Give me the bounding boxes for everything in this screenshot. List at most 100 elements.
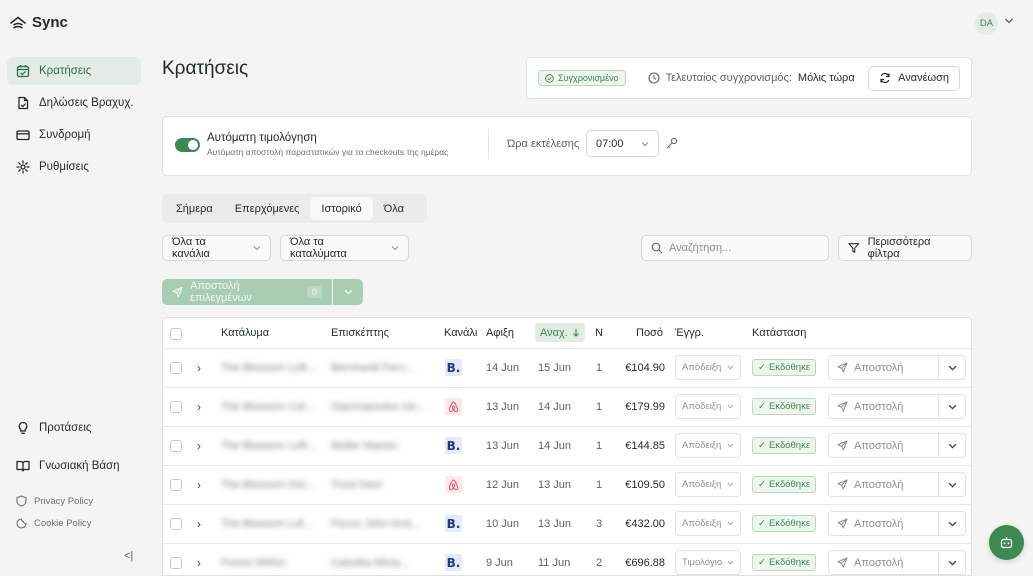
header-channel[interactable]: Κανάλι bbox=[444, 327, 477, 339]
row-checkbox[interactable] bbox=[170, 479, 182, 491]
tab-today[interactable]: Σήμερα bbox=[165, 197, 224, 220]
app-logo[interactable]: Sync bbox=[10, 14, 68, 31]
more-filters-label: Περισσότερα φίλτρα bbox=[867, 236, 931, 260]
property-cell: The Blossom Loft... bbox=[221, 362, 316, 374]
header-guest[interactable]: Επισκέπτης bbox=[331, 327, 389, 339]
departure-cell: 13 Jun bbox=[538, 479, 572, 491]
sidebar-item-suggestions[interactable]: Προτάσεις bbox=[7, 414, 141, 442]
privacy-policy-link[interactable]: Privacy Policy bbox=[16, 495, 93, 507]
row-send-button[interactable]: Αποστολή bbox=[829, 512, 939, 535]
properties-filter[interactable]: Όλα τα καταλύματα bbox=[280, 235, 409, 261]
header-status[interactable]: Κατάσταση bbox=[752, 327, 806, 339]
sidebar-item-short-term-declarations[interactable]: Δηλώσεις Βραχυχ. bbox=[7, 89, 141, 117]
collapse-sidebar-button[interactable]: <| bbox=[124, 550, 133, 562]
auto-invoicing-toggle[interactable] bbox=[175, 138, 200, 152]
sidebar-item-label: Ρυθμίσεις bbox=[39, 161, 89, 173]
document-type-value: Απόδειξη bbox=[682, 479, 722, 490]
send-selected-button[interactable]: Αποστολή επιλεγμένων 0 bbox=[162, 279, 332, 305]
refresh-button[interactable]: Ανανέωση bbox=[868, 65, 960, 91]
header-arrival[interactable]: Αφιξη bbox=[486, 327, 514, 339]
row-checkbox[interactable] bbox=[170, 401, 182, 413]
header-document[interactable]: Έγγρ. bbox=[675, 327, 704, 339]
execution-time-select[interactable]: 07:00 bbox=[586, 130, 659, 157]
app-name: Sync bbox=[32, 14, 68, 31]
chevron-down-icon bbox=[344, 289, 352, 295]
row-checkbox[interactable] bbox=[170, 362, 182, 374]
search-input[interactable] bbox=[669, 242, 819, 254]
departure-cell: 15 Jun bbox=[538, 362, 572, 374]
auto-invoicing-card: Αυτόματη τιμολόγηση Αυτόματη αποστολή πα… bbox=[162, 116, 972, 176]
expand-row-chevron-icon[interactable]: › bbox=[197, 517, 201, 531]
header-property[interactable]: Κατάλυμα bbox=[221, 327, 269, 339]
row-send-options-button[interactable] bbox=[939, 560, 965, 566]
more-filters-button[interactable]: Περισσότερα φίλτρα bbox=[838, 235, 972, 261]
sidebar-item-knowledge-base[interactable]: Γνωσιακή Βάση bbox=[7, 452, 141, 480]
expand-row-chevron-icon[interactable]: › bbox=[197, 361, 201, 375]
document-type-select[interactable]: Απόδειξη bbox=[675, 472, 741, 497]
row-send-label: Αποστολή bbox=[854, 556, 904, 569]
key-icon[interactable] bbox=[665, 137, 678, 150]
document-type-select[interactable]: Απόδειξη bbox=[675, 433, 741, 458]
refresh-label: Ανανέωση bbox=[898, 72, 949, 84]
row-send-options-button[interactable] bbox=[939, 482, 965, 488]
table-row[interactable]: › The Blossom Dol... Trout Dani 12 Jun 13 Ju… bbox=[163, 465, 971, 504]
expand-row-chevron-icon[interactable]: › bbox=[197, 439, 201, 453]
row-send-options-button[interactable] bbox=[939, 521, 965, 527]
header-nights[interactable]: Ν bbox=[595, 327, 603, 339]
sidebar-item-bookings[interactable]: Κρατήσεις bbox=[7, 57, 141, 85]
tab-history[interactable]: Ιστορικό bbox=[310, 197, 373, 220]
avatar[interactable]: DA bbox=[975, 12, 998, 35]
document-type-select[interactable]: Απόδειξη bbox=[675, 394, 741, 419]
row-send-options-button[interactable] bbox=[939, 443, 965, 449]
amount-cell: €432.00 bbox=[625, 518, 665, 530]
row-send-button[interactable]: Αποστολή bbox=[829, 551, 939, 574]
expand-row-chevron-icon[interactable]: › bbox=[197, 478, 201, 492]
table-row[interactable]: › The Blossom Lof... Pezzo John And... B. 10… bbox=[163, 504, 971, 543]
assistant-chat-button[interactable] bbox=[989, 525, 1024, 560]
tab-upcoming[interactable]: Επερχόμενες bbox=[224, 197, 311, 220]
document-type-select[interactable]: Απόδειξη bbox=[675, 355, 741, 380]
send-icon bbox=[837, 401, 848, 412]
cookie-policy-link[interactable]: Cookie Policy bbox=[16, 518, 92, 529]
property-cell: The Blossom Cot... bbox=[221, 401, 315, 413]
row-send-button[interactable]: Αποστολή bbox=[829, 473, 939, 496]
status-label: Εκδόθηκε bbox=[768, 479, 811, 490]
privacy-policy-label: Privacy Policy bbox=[34, 495, 94, 507]
expand-row-chevron-icon[interactable]: › bbox=[197, 400, 201, 414]
header-amount[interactable]: Ποσό bbox=[636, 327, 663, 339]
row-send-button[interactable]: Αποστολή bbox=[829, 356, 939, 379]
amount-cell: €179.99 bbox=[625, 401, 665, 413]
tab-all[interactable]: Όλα bbox=[373, 197, 415, 220]
document-type-select[interactable]: Απόδειξη bbox=[675, 511, 741, 536]
status-label: Εκδόθηκε bbox=[768, 440, 811, 451]
last-sync-info: Τελευταίος συγχρονισμός: Μόλις τώρα bbox=[648, 72, 855, 84]
row-send-button[interactable]: Αποστολή bbox=[829, 395, 939, 418]
table-row[interactable]: › The Blossom Loft... Müller Marion B. 13 Ju… bbox=[163, 426, 971, 465]
chevron-down-icon bbox=[948, 365, 956, 371]
table-row[interactable]: › The Blossom Cot... Giannopoulos Ge... 13 … bbox=[163, 387, 971, 426]
row-send-label: Αποστολή bbox=[854, 517, 904, 530]
logo-house-icon bbox=[10, 16, 26, 29]
table-row[interactable]: › The Blossom Loft... Bernhardt Fern... B. 1… bbox=[163, 348, 971, 387]
header-departure-sorted[interactable]: Αναχ. bbox=[535, 323, 585, 342]
sidebar-item-settings[interactable]: Ρυθμίσεις bbox=[7, 153, 141, 181]
row-checkbox[interactable] bbox=[170, 557, 182, 569]
table-row[interactable]: › Forest Within Calzetta Micla... B. 9 Jun 11… bbox=[163, 543, 971, 575]
channels-filter[interactable]: Όλα τα κανάλια bbox=[162, 235, 271, 261]
sidebar-item-subscription[interactable]: Συνδρομή bbox=[7, 121, 141, 149]
execution-time-label: Ώρα εκτέλεσης bbox=[507, 138, 580, 150]
credit-card-icon bbox=[16, 130, 30, 141]
row-send-options-button[interactable] bbox=[939, 365, 965, 371]
send-options-button[interactable] bbox=[333, 279, 363, 305]
row-checkbox[interactable] bbox=[170, 440, 182, 452]
document-type-select[interactable]: Τιμολόγιο bbox=[675, 550, 741, 575]
guest-cell: Bernhardt Fern... bbox=[331, 362, 415, 374]
row-send-label: Αποστολή bbox=[854, 361, 904, 374]
row-send-button[interactable]: Αποστολή bbox=[829, 434, 939, 457]
chevron-down-icon[interactable] bbox=[1004, 17, 1014, 25]
nights-cell: 1 bbox=[596, 479, 603, 491]
row-send-options-button[interactable] bbox=[939, 404, 965, 410]
row-checkbox[interactable] bbox=[170, 518, 182, 530]
expand-row-chevron-icon[interactable]: › bbox=[197, 556, 201, 570]
select-all-checkbox[interactable] bbox=[170, 328, 182, 340]
